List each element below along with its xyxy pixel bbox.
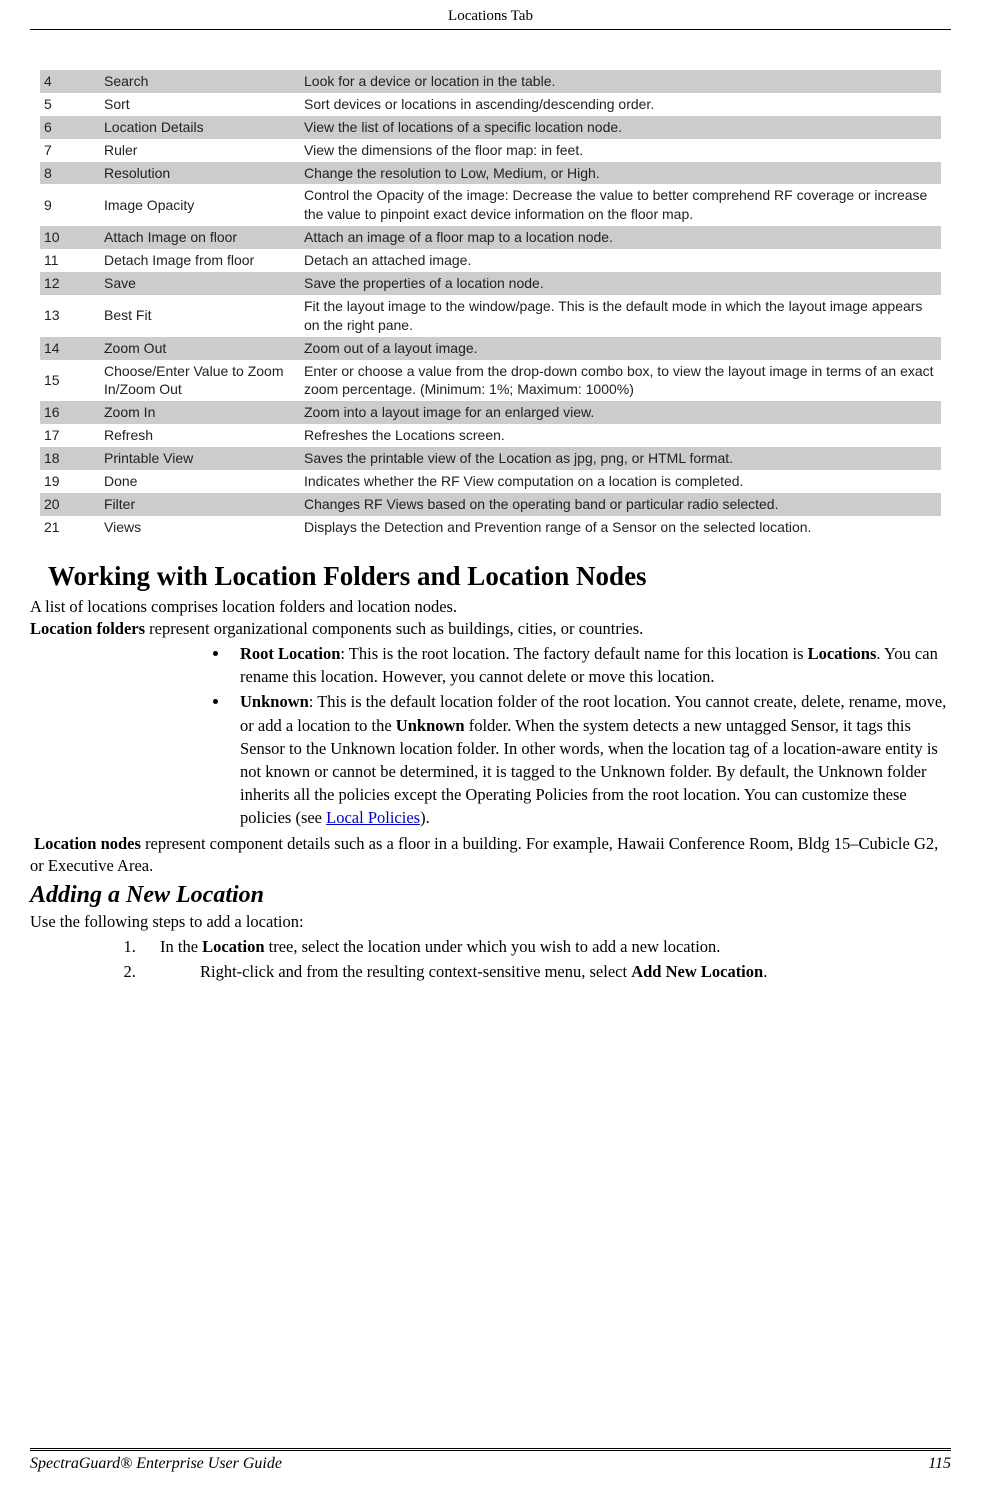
row-name: Image Opacity (100, 184, 300, 226)
row-desc: Saves the printable view of the Location… (300, 447, 941, 470)
row-number: 15 (40, 360, 100, 402)
local-policies-link[interactable]: Local Policies (326, 808, 420, 827)
table-row: 5SortSort devices or locations in ascend… (40, 93, 941, 116)
intro-line-2: Location folders represent organizationa… (30, 618, 951, 640)
row-name: Ruler (100, 139, 300, 162)
footer: SpectraGuard® Enterprise User Guide 115 (30, 1448, 951, 1493)
section-heading: Working with Location Folders and Locati… (48, 561, 951, 592)
row-number: 7 (40, 139, 100, 162)
row-name: Resolution (100, 162, 300, 185)
row-name: Save (100, 272, 300, 295)
table-row: 21ViewsDisplays the Detection and Preven… (40, 516, 941, 539)
row-number: 18 (40, 447, 100, 470)
table-row: 7RulerView the dimensions of the floor m… (40, 139, 941, 162)
header-title: Locations Tab (448, 8, 533, 24)
row-number: 13 (40, 295, 100, 337)
locations-table: 4SearchLook for a device or location in … (40, 70, 941, 539)
row-number: 12 (40, 272, 100, 295)
row-number: 5 (40, 93, 100, 116)
table-row: 18Printable ViewSaves the printable view… (40, 447, 941, 470)
table-row: 19DoneIndicates whether the RF View comp… (40, 470, 941, 493)
row-desc: Save the properties of a location node. (300, 272, 941, 295)
row-desc: View the list of locations of a specific… (300, 116, 941, 139)
table-row: 12SaveSave the properties of a location … (40, 272, 941, 295)
row-desc: Changes RF Views based on the operating … (300, 493, 941, 516)
row-name: Choose/Enter Value to Zoom In/Zoom Out (100, 360, 300, 402)
row-number: 11 (40, 249, 100, 272)
row-number: 6 (40, 116, 100, 139)
intro2-bold: Location folders (30, 619, 145, 638)
row-number: 21 (40, 516, 100, 539)
row-number: 20 (40, 493, 100, 516)
nodes-rest: represent component details such as a fl… (30, 834, 938, 875)
page-header: Locations Tab (30, 0, 951, 30)
row-number: 16 (40, 401, 100, 424)
row-name: Printable View (100, 447, 300, 470)
row-number: 17 (40, 424, 100, 447)
row-desc: Look for a device or location in the tab… (300, 70, 941, 93)
row-number: 19 (40, 470, 100, 493)
row-number: 8 (40, 162, 100, 185)
table-row: 6Location DetailsView the list of locati… (40, 116, 941, 139)
row-desc: Control the Opacity of the image: Decrea… (300, 184, 941, 226)
step-2: Right-click and from the resulting conte… (140, 960, 951, 983)
row-number: 9 (40, 184, 100, 226)
bullet-unknown-bold: Unknown (240, 692, 309, 711)
intro-line-1: A list of locations comprises location f… (30, 596, 951, 618)
row-name: Detach Image from floor (100, 249, 300, 272)
row-name: Filter (100, 493, 300, 516)
row-name: Sort (100, 93, 300, 116)
steps-intro: Use the following steps to add a locatio… (30, 911, 951, 933)
intro2-rest: represent organizational components such… (145, 619, 643, 638)
table-row: 10Attach Image on floorAttach an image o… (40, 226, 941, 249)
table-row: 4SearchLook for a device or location in … (40, 70, 941, 93)
footer-rule (30, 1448, 951, 1451)
step-1: In the Location tree, select the locatio… (140, 935, 951, 958)
row-desc: Displays the Detection and Prevention ra… (300, 516, 941, 539)
row-desc: Refreshes the Locations screen. (300, 424, 941, 447)
bullet-root-bold: Root Location (240, 644, 340, 663)
row-name: Location Details (100, 116, 300, 139)
add-location-steps: In the Location tree, select the locatio… (30, 935, 951, 985)
row-number: 4 (40, 70, 100, 93)
location-folders-bullets: Root Location: This is the root location… (30, 642, 951, 831)
locations-table-wrap: 4SearchLook for a device or location in … (40, 70, 941, 539)
footer-left: SpectraGuard® Enterprise User Guide (30, 1455, 282, 1473)
row-desc: Detach an attached image. (300, 249, 941, 272)
row-name: Views (100, 516, 300, 539)
row-name: Zoom Out (100, 337, 300, 360)
row-name: Zoom In (100, 401, 300, 424)
row-name: Search (100, 70, 300, 93)
table-row: 17RefreshRefreshes the Locations screen. (40, 424, 941, 447)
row-name: Attach Image on floor (100, 226, 300, 249)
row-desc: Zoom into a layout image for an enlarged… (300, 401, 941, 424)
location-nodes-paragraph: Location nodes represent component detai… (30, 833, 951, 878)
table-row: 8ResolutionChange the resolution to Low,… (40, 162, 941, 185)
row-name: Done (100, 470, 300, 493)
row-desc: Fit the layout image to the window/page.… (300, 295, 941, 337)
footer-right: 115 (928, 1455, 951, 1473)
bullet-root-location: Root Location: This is the root location… (230, 642, 951, 688)
table-row: 15Choose/Enter Value to Zoom In/Zoom Out… (40, 360, 941, 402)
nodes-bold: Location nodes (34, 834, 141, 853)
row-name: Refresh (100, 424, 300, 447)
row-number: 14 (40, 337, 100, 360)
row-desc: Indicates whether the RF View computatio… (300, 470, 941, 493)
table-row: 20FilterChanges RF Views based on the op… (40, 493, 941, 516)
table-row: 9Image OpacityControl the Opacity of the… (40, 184, 941, 226)
row-desc: View the dimensions of the floor map: in… (300, 139, 941, 162)
row-name: Best Fit (100, 295, 300, 337)
table-row: 11Detach Image from floorDetach an attac… (40, 249, 941, 272)
row-desc: Change the resolution to Low, Medium, or… (300, 162, 941, 185)
bullet-unknown: Unknown: This is the default location fo… (230, 690, 951, 829)
table-row: 14Zoom OutZoom out of a layout image. (40, 337, 941, 360)
row-desc: Enter or choose a value from the drop-do… (300, 360, 941, 402)
row-desc: Attach an image of a floor map to a loca… (300, 226, 941, 249)
row-number: 10 (40, 226, 100, 249)
table-row: 13Best FitFit the layout image to the wi… (40, 295, 941, 337)
adding-location-subheading: Adding a New Location (30, 882, 951, 909)
table-row: 16Zoom InZoom into a layout image for an… (40, 401, 941, 424)
row-desc: Zoom out of a layout image. (300, 337, 941, 360)
row-desc: Sort devices or locations in ascending/d… (300, 93, 941, 116)
